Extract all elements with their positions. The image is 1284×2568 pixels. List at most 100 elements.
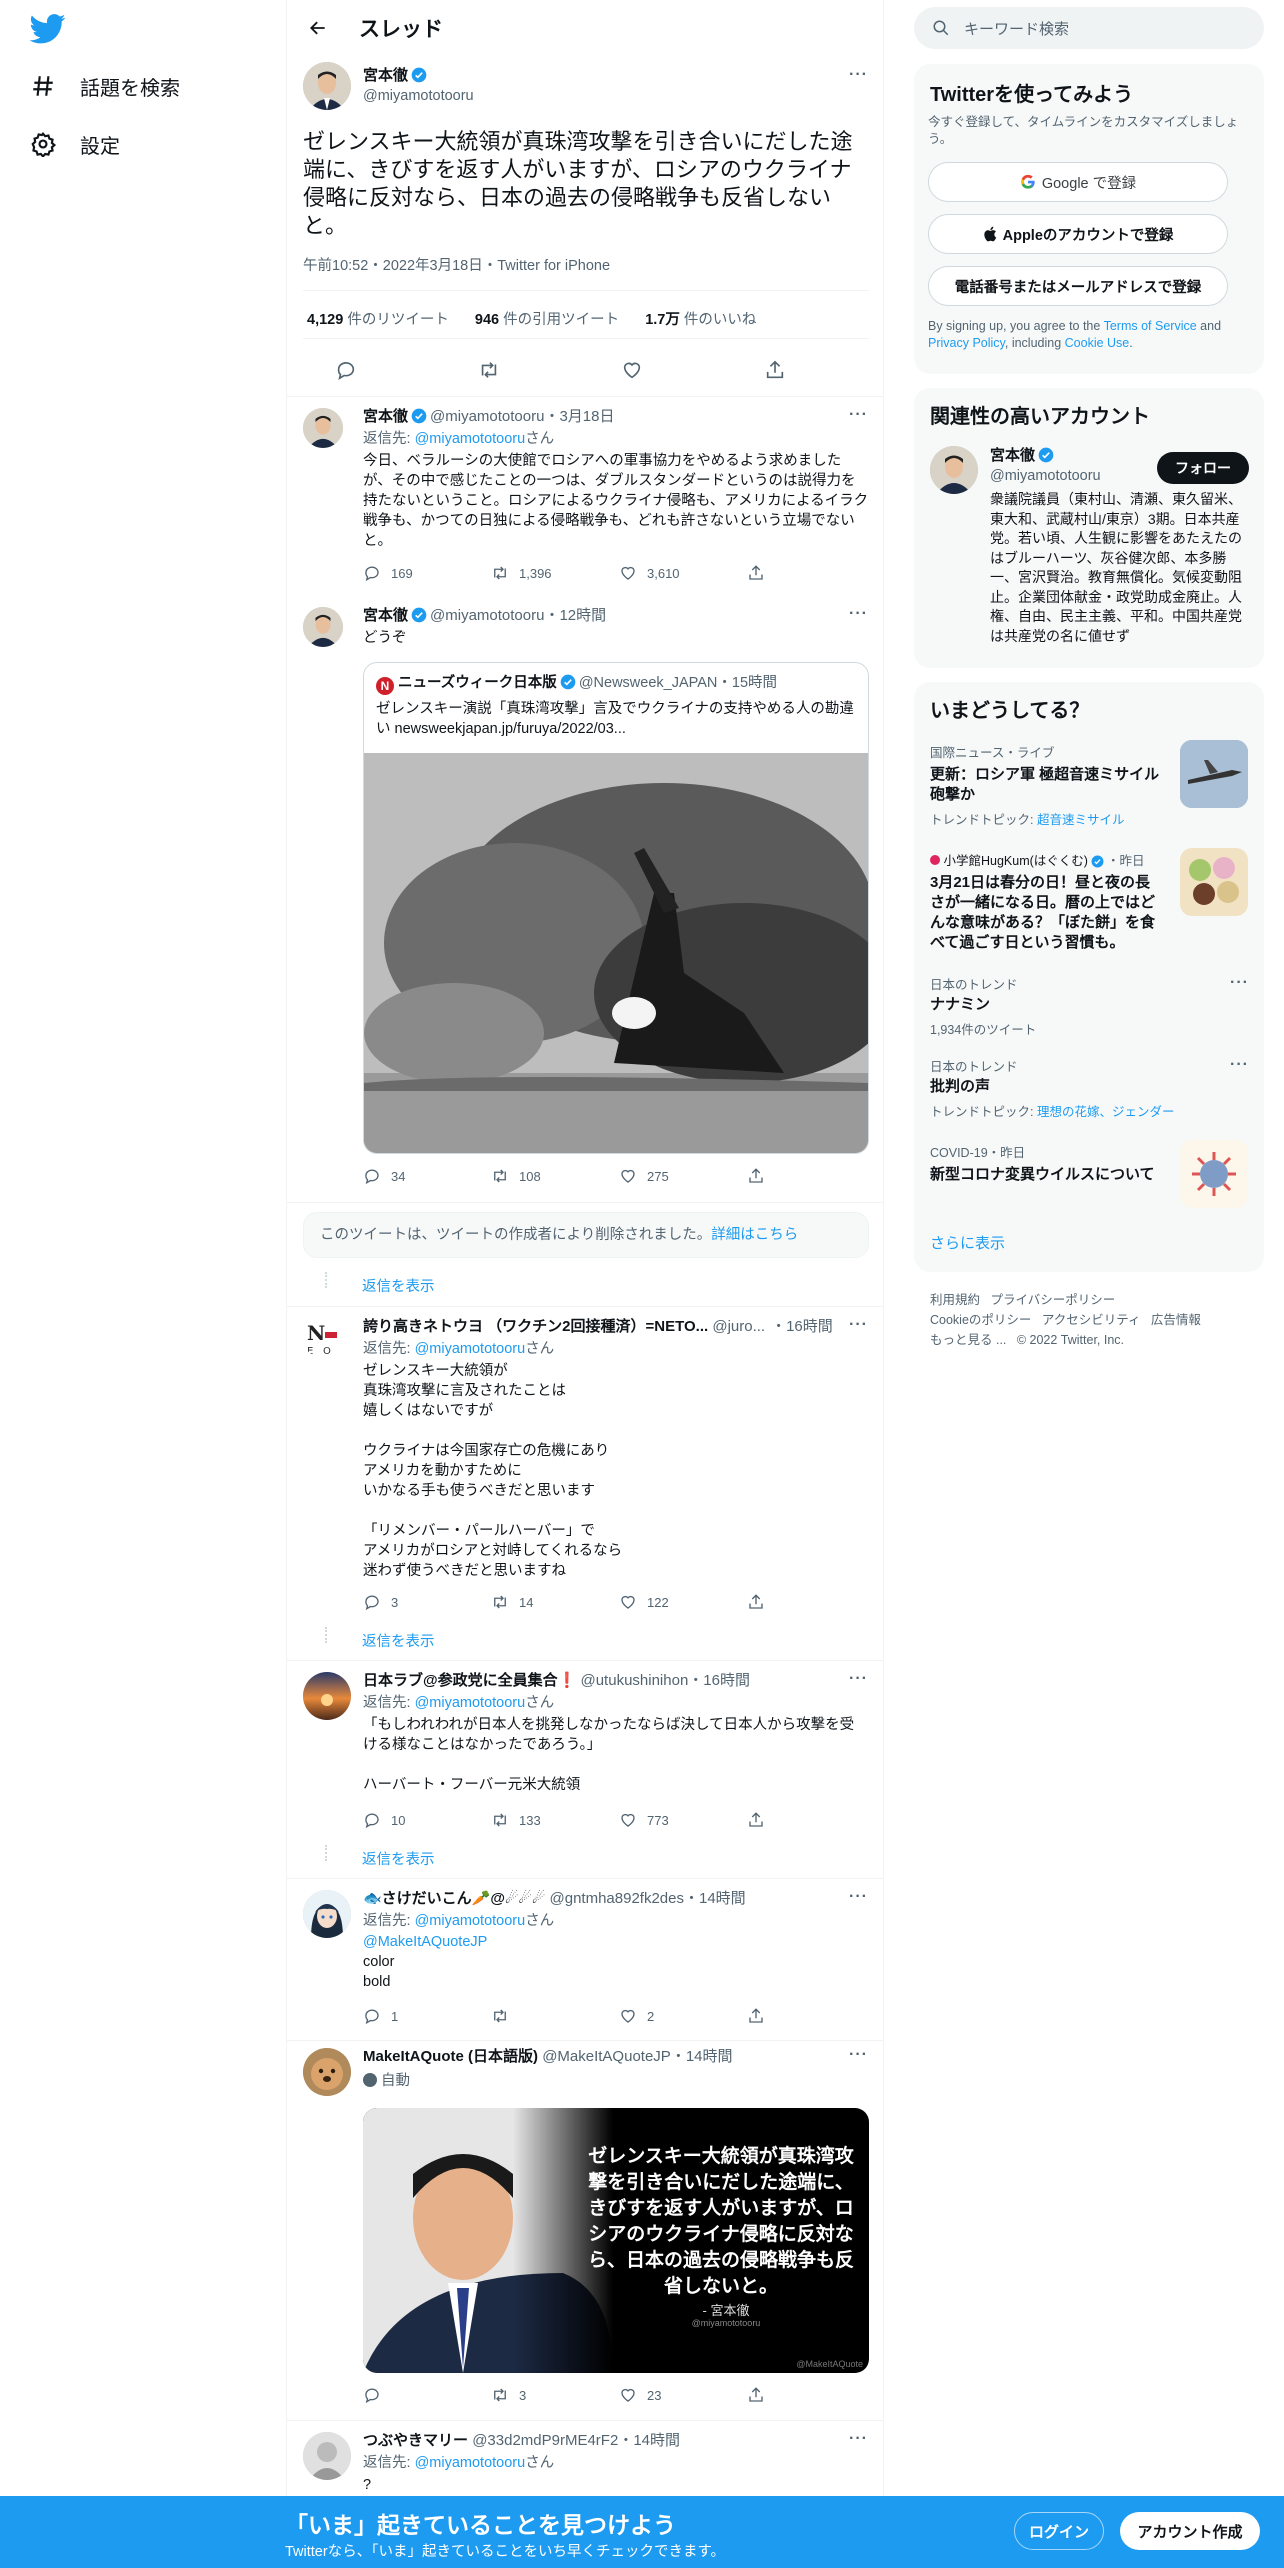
like-button[interactable]: 773	[619, 1811, 747, 1829]
reply-button[interactable]: 1	[363, 2007, 491, 2025]
retweet-count[interactable]: 4,129	[307, 312, 343, 328]
footer-more-link[interactable]: もっと見る ...	[930, 1333, 1006, 1347]
mention-link[interactable]: @MakeItAQuoteJP	[363, 1932, 487, 1952]
like-button[interactable]: 2	[619, 2007, 747, 2025]
share-button[interactable]	[747, 2386, 875, 2404]
user-name[interactable]: 🐟さけだいこん🥕@☄☄☄	[363, 1890, 545, 1907]
quote-image[interactable]: ゼレンスキー大統領が真珠湾攻撃を引き合いにだした途端に、きびすを返す人がいますが…	[363, 2108, 869, 2373]
reply-to-handle[interactable]: @miyamototooru	[415, 1913, 526, 1929]
twitter-logo-icon[interactable]	[30, 14, 66, 44]
avatar[interactable]	[303, 2048, 351, 2096]
reply-button[interactable]: 3	[363, 1593, 491, 1611]
more-icon[interactable]: ···	[849, 1670, 868, 1688]
user-handle[interactable]: @miyamototooru	[430, 408, 544, 425]
search-bar[interactable]: キーワード検索	[914, 7, 1264, 49]
user-handle[interactable]: @utukushinihon	[580, 1672, 688, 1689]
like-button[interactable]: 3,610	[619, 564, 747, 582]
like-count[interactable]: 1.7万	[645, 312, 680, 328]
tweet-time[interactable]: ・16時間	[771, 1318, 833, 1335]
more-icon[interactable]: ···	[849, 1316, 868, 1334]
login-button[interactable]: ログイン	[1014, 2512, 1104, 2550]
share-button[interactable]	[747, 1167, 875, 1185]
user-name[interactable]: 宮本徹	[363, 607, 408, 624]
retweet-button[interactable]: 133	[491, 1811, 619, 1829]
like-button[interactable]	[621, 359, 764, 381]
reply-button[interactable]: 34	[363, 1167, 491, 1185]
footer-cookie-link[interactable]: Cookieのポリシー	[930, 1313, 1031, 1327]
more-icon[interactable]: ···	[849, 2046, 868, 2064]
nav-settings[interactable]: 設定	[30, 124, 120, 164]
retweet-button[interactable]: 108	[491, 1167, 619, 1185]
footer-privacy-link[interactable]: プライバシーポリシー	[990, 1293, 1115, 1307]
avatar[interactable]	[303, 2432, 351, 2480]
more-icon[interactable]: ···	[1230, 1056, 1249, 1074]
footer-accessibility-link[interactable]: アクセシビリティ	[1042, 1313, 1141, 1327]
avatar[interactable]	[303, 62, 351, 110]
share-button[interactable]	[764, 359, 907, 381]
more-icon[interactable]: ···	[849, 66, 868, 84]
terms-of-service-link[interactable]: Terms of Service	[1104, 319, 1197, 333]
like-button[interactable]: 23	[619, 2386, 747, 2404]
user-name[interactable]: 宮本徹	[363, 67, 408, 84]
avatar[interactable]	[303, 607, 343, 647]
user-name[interactable]: 誇り高きネトウヨ （ワクチン2回接種済）=NETO...	[363, 1318, 708, 1335]
google-signup-button[interactable]: Google で登録	[928, 162, 1228, 202]
like-button[interactable]: 122	[619, 1593, 747, 1611]
avatar[interactable]	[303, 1672, 351, 1720]
search-input[interactable]: キーワード検索	[964, 18, 1069, 39]
user-name[interactable]: 宮本徹	[363, 408, 408, 425]
more-icon[interactable]: ···	[849, 2430, 868, 2448]
more-icon[interactable]: ···	[849, 1888, 868, 1906]
trend-item[interactable]: 日本のトレンド 批判の声 トレンドトピック: 理想の花嫁、ジェンダー	[930, 1056, 1248, 1120]
user-handle[interactable]: @33d2mdP9rME4rF2	[472, 2432, 618, 2449]
share-button[interactable]	[747, 1593, 875, 1611]
retweet-button[interactable]	[491, 2007, 619, 2025]
avatar[interactable]: NEO	[303, 1318, 343, 1358]
retweet-button[interactable]: 14	[491, 1593, 619, 1611]
retweet-button[interactable]	[478, 359, 621, 381]
phone-email-signup-button[interactable]: 電話番号またはメールアドレスで登録	[928, 266, 1228, 306]
tweet-time[interactable]: ・14時間	[618, 2432, 680, 2449]
reply-button[interactable]: 169	[363, 564, 491, 582]
tweet-time[interactable]: ・3月18日	[544, 408, 614, 425]
tweet-time[interactable]: ・12時間	[544, 607, 606, 624]
tweet-time[interactable]: ・14時間	[684, 1890, 746, 1907]
share-button[interactable]	[747, 564, 875, 582]
cookie-use-link[interactable]: Cookie Use	[1065, 336, 1130, 350]
footer-terms-link[interactable]: 利用規約	[930, 1293, 980, 1307]
like-button[interactable]: 275	[619, 1167, 747, 1185]
avatar[interactable]	[930, 446, 978, 494]
learn-more-link[interactable]: 詳細はこちら	[711, 1227, 798, 1243]
retweet-button[interactable]: 3	[491, 2386, 619, 2404]
user-handle[interactable]: @miyamototooru	[363, 86, 474, 106]
tweet-time[interactable]: ・14時間	[671, 2048, 733, 2065]
nav-explore[interactable]: 話題を検索	[30, 66, 180, 106]
related-user-name[interactable]: 宮本徹	[990, 447, 1035, 464]
show-replies-link[interactable]: 返信を表示	[362, 1848, 435, 1869]
reply-button[interactable]	[363, 2386, 491, 2404]
apple-signup-button[interactable]: Appleのアカウントで登録	[928, 214, 1228, 254]
user-handle[interactable]: @gntmha892fk2des	[550, 1890, 684, 1907]
quote-count[interactable]: 946	[475, 312, 499, 328]
user-handle[interactable]: @juro...	[712, 1318, 765, 1335]
more-icon[interactable]: ···	[1230, 974, 1249, 992]
user-name[interactable]: 日本ラブ@参政党に全員集合❗️	[363, 1672, 576, 1689]
reply-button[interactable]	[335, 359, 478, 381]
share-button[interactable]	[747, 2007, 875, 2025]
user-name[interactable]: MakeItAQuote (日本語版)	[363, 2048, 538, 2065]
show-replies-link[interactable]: 返信を表示	[362, 1630, 435, 1651]
share-button[interactable]	[747, 1811, 875, 1829]
retweet-button[interactable]: 1,396	[491, 564, 619, 582]
trend-item[interactable]: 日本のトレンド ナナミン 1,934件のツイート	[930, 974, 1248, 1038]
reply-button[interactable]: 10	[363, 1811, 491, 1829]
user-name[interactable]: つぶやきマリー	[363, 2432, 468, 2449]
more-icon[interactable]: ···	[849, 406, 868, 424]
more-icon[interactable]: ···	[849, 605, 868, 623]
tweet-time[interactable]: ・16時間	[688, 1672, 750, 1689]
show-more-link[interactable]: さらに表示	[930, 1234, 1005, 1254]
related-user-handle[interactable]: @miyamototooru	[990, 466, 1101, 486]
quoted-tweet[interactable]: N ニューズウィーク日本版 @Newsweek_JAPAN・15時間 ゼレンスキー…	[363, 662, 869, 1154]
user-handle[interactable]: @miyamototooru	[430, 607, 544, 624]
user-handle[interactable]: @MakeItAQuoteJP	[542, 2048, 671, 2065]
avatar[interactable]	[303, 408, 343, 448]
